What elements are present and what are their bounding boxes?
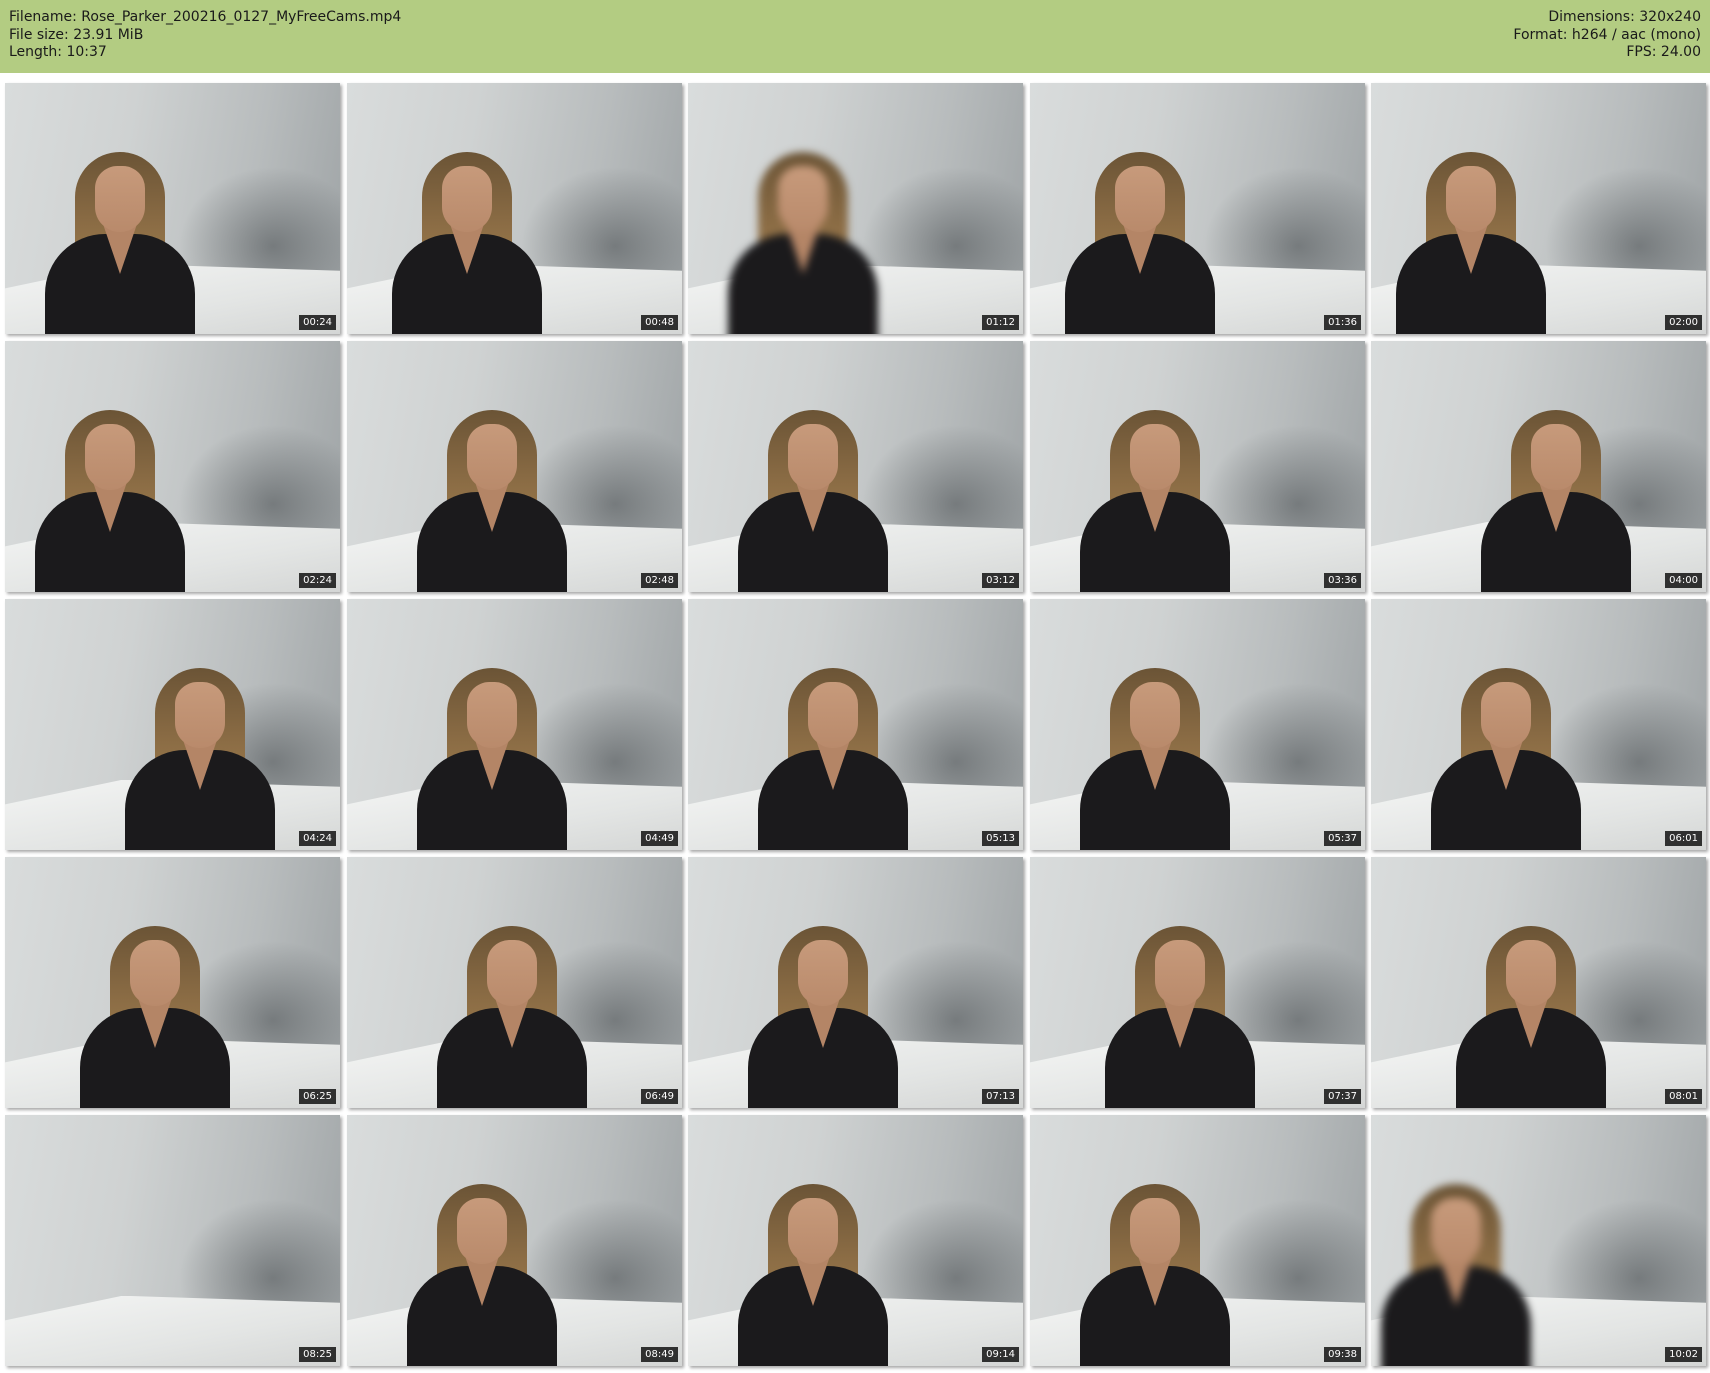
timestamp-badge: 03:36 (1324, 573, 1361, 588)
thumbnail-person (758, 640, 908, 850)
video-thumbnail[interactable]: 09:14 (688, 1115, 1023, 1366)
timestamp-badge: 09:14 (982, 1347, 1019, 1362)
timestamp-badge: 05:13 (982, 831, 1019, 846)
video-thumbnail[interactable]: 08:49 (347, 1115, 682, 1366)
video-thumbnail[interactable]: 06:25 (5, 857, 340, 1108)
thumbnail-floor (5, 1295, 340, 1366)
timestamp-badge: 02:00 (1665, 315, 1702, 330)
video-thumbnail[interactable]: 00:48 (347, 83, 682, 334)
video-thumbnail[interactable]: 08:25 (5, 1115, 340, 1366)
timestamp-badge: 02:24 (299, 573, 336, 588)
thumbnail-person (35, 382, 185, 592)
timestamp-badge: 08:25 (299, 1347, 336, 1362)
video-thumbnail[interactable]: 08:01 (1371, 857, 1706, 1108)
video-thumbnail[interactable]: 01:12 (688, 83, 1023, 334)
timestamp-badge: 01:12 (982, 315, 1019, 330)
timestamp-badge: 01:36 (1324, 315, 1361, 330)
video-thumbnail[interactable]: 02:00 (1371, 83, 1706, 334)
thumbnail-person (1481, 382, 1631, 592)
thumbnail-person (1080, 382, 1230, 592)
video-thumbnail[interactable]: 03:36 (1030, 341, 1365, 592)
thumbnail-person (1396, 124, 1546, 334)
thumbnail-person (80, 898, 230, 1108)
thumbnail-person (1456, 898, 1606, 1108)
timestamp-badge: 08:49 (641, 1347, 678, 1362)
timestamp-badge: 03:12 (982, 573, 1019, 588)
thumbnail-person (1105, 898, 1255, 1108)
thumbnail-grid: 00:24 00:48 01:12 01:36 02:00 02:24 02:48 03:12… (0, 0, 1710, 1373)
timestamp-badge: 05:37 (1324, 831, 1361, 846)
thumbnail-person (417, 640, 567, 850)
video-thumbnail[interactable]: 02:24 (5, 341, 340, 592)
video-thumbnail[interactable]: 00:24 (5, 83, 340, 334)
timestamp-badge: 02:48 (641, 573, 678, 588)
timestamp-badge: 09:38 (1324, 1347, 1361, 1362)
timestamp-badge: 10:02 (1665, 1347, 1702, 1362)
timestamp-badge: 07:37 (1324, 1089, 1361, 1104)
thumbnail-person (1080, 640, 1230, 850)
video-thumbnail[interactable]: 01:36 (1030, 83, 1365, 334)
timestamp-badge: 08:01 (1665, 1089, 1702, 1104)
thumbnail-person (1080, 1156, 1230, 1366)
thumbnail-person (1381, 1156, 1531, 1366)
timestamp-badge: 06:49 (641, 1089, 678, 1104)
video-thumbnail[interactable]: 07:13 (688, 857, 1023, 1108)
video-thumbnail[interactable]: 05:37 (1030, 599, 1365, 850)
timestamp-badge: 04:24 (299, 831, 336, 846)
video-thumbnail[interactable]: 06:49 (347, 857, 682, 1108)
thumbnail-person (45, 124, 195, 334)
thumbnail-person (738, 1156, 888, 1366)
video-thumbnail[interactable]: 04:00 (1371, 341, 1706, 592)
thumbnail-person (1431, 640, 1581, 850)
timestamp-badge: 06:01 (1665, 831, 1702, 846)
video-thumbnail[interactable]: 04:49 (347, 599, 682, 850)
timestamp-badge: 04:00 (1665, 573, 1702, 588)
timestamp-badge: 00:24 (299, 315, 336, 330)
video-thumbnail[interactable]: 05:13 (688, 599, 1023, 850)
thumbnail-person (748, 898, 898, 1108)
timestamp-badge: 07:13 (982, 1089, 1019, 1104)
video-thumbnail[interactable]: 02:48 (347, 341, 682, 592)
thumbnail-person (407, 1156, 557, 1366)
video-thumbnail[interactable]: 03:12 (688, 341, 1023, 592)
thumbnail-person (728, 124, 878, 334)
timestamp-badge: 04:49 (641, 831, 678, 846)
video-thumbnail[interactable]: 07:37 (1030, 857, 1365, 1108)
video-thumbnail[interactable]: 10:02 (1371, 1115, 1706, 1366)
thumbnail-person (125, 640, 275, 850)
timestamp-badge: 06:25 (299, 1089, 336, 1104)
timestamp-badge: 00:48 (641, 315, 678, 330)
video-thumbnail[interactable]: 04:24 (5, 599, 340, 850)
video-thumbnail[interactable]: 06:01 (1371, 599, 1706, 850)
thumbnail-person (738, 382, 888, 592)
thumbnail-person (417, 382, 567, 592)
thumbnail-person (437, 898, 587, 1108)
thumbnail-person (392, 124, 542, 334)
thumbnail-person (1065, 124, 1215, 334)
video-thumbnail[interactable]: 09:38 (1030, 1115, 1365, 1366)
